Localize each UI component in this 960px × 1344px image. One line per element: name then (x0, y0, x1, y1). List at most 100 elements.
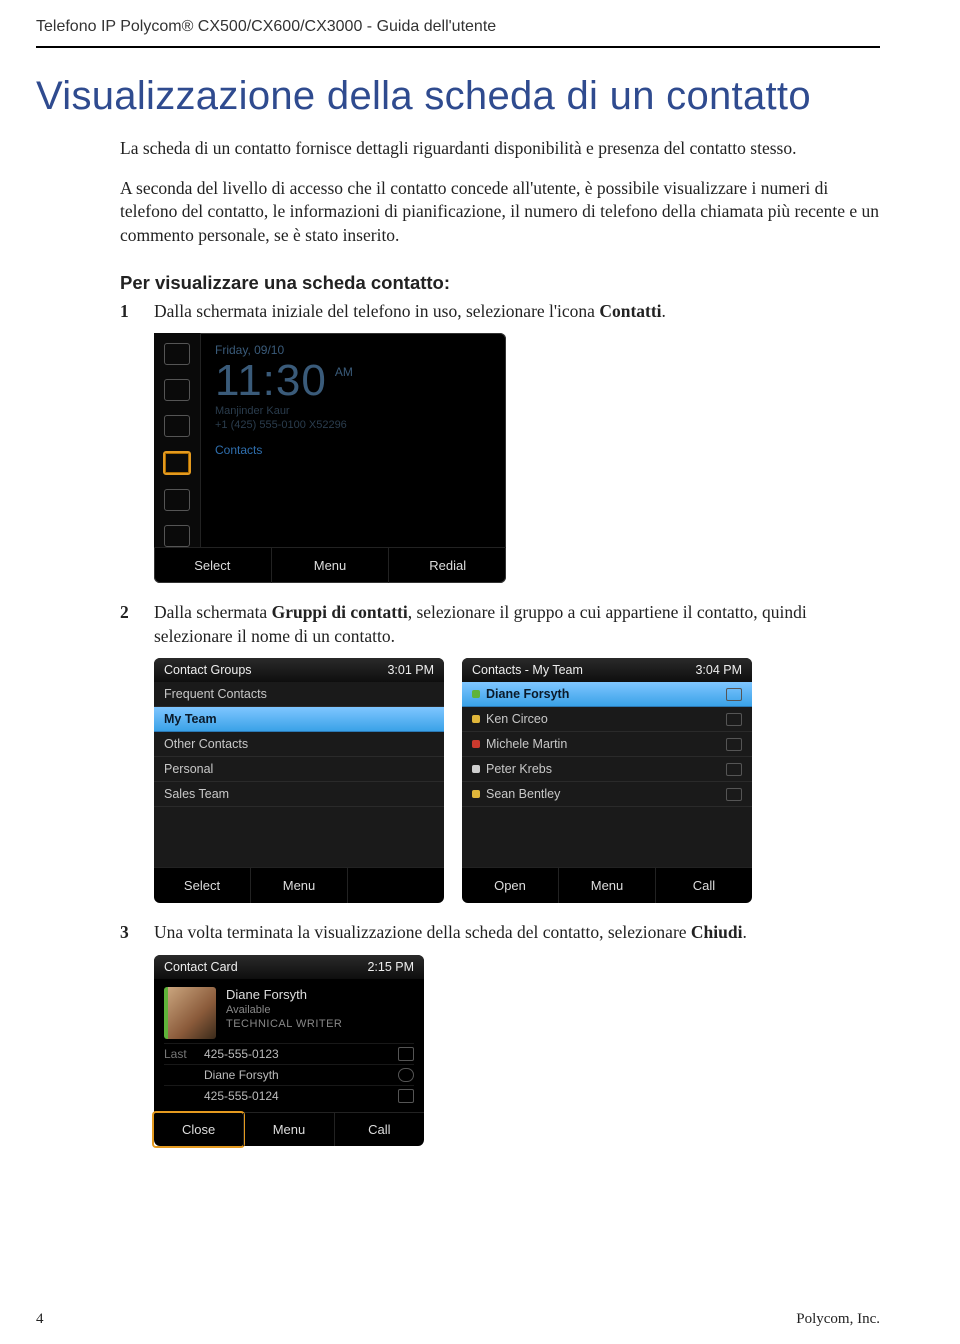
group-label: Personal (164, 762, 213, 776)
softkey-menu[interactable]: Menu (250, 868, 347, 903)
page-number: 4 (36, 1311, 44, 1328)
list-item[interactable]: Diane Forsyth (462, 682, 752, 707)
search-icon[interactable] (164, 379, 190, 401)
note-icon (726, 788, 742, 801)
running-header: Telefono IP Polycom® CX500/CX600/CX3000 … (36, 18, 880, 36)
list-item[interactable]: My Team (154, 707, 444, 732)
home-contacts-label: Contacts (215, 443, 494, 457)
list-item[interactable]: Other Contacts (154, 732, 444, 757)
procedure-subhead: Per visualizzare una scheda contatto: (36, 272, 880, 294)
step-2-text-pre: Dalla schermata (154, 602, 272, 622)
step-1-bold: Contatti (599, 301, 661, 321)
page-title: Visualizzazione della scheda di un conta… (36, 74, 880, 119)
step-1-text-pre: Dalla schermata iniziale del telefono in… (154, 301, 599, 321)
list-item[interactable]: Michele Martin (462, 732, 752, 757)
group-label: My Team (164, 712, 217, 726)
home-date: Friday, 09/10 (215, 343, 494, 357)
softkey-menu[interactable]: Menu (271, 548, 389, 583)
softkey-open[interactable]: Open (462, 868, 558, 903)
home-user-name: Manjinder Kaur (215, 405, 494, 417)
softkey-call[interactable]: Call (655, 868, 752, 903)
list-item[interactable]: Personal (154, 757, 444, 782)
phone-contact-card: Contact Card 2:15 PM Diane Forsyth Avail… (154, 955, 424, 1146)
list-item[interactable]: Sean Bentley (462, 782, 752, 807)
card-availability: Available (226, 1004, 342, 1016)
contact-name: Ken Circeo (486, 712, 548, 726)
contacts-title: Contacts - My Team (472, 663, 583, 677)
home-user-extension: +1 (425) 555-0100 X52296 (215, 419, 494, 431)
footer-company: Polycom, Inc. (796, 1311, 880, 1328)
step-number: 3 (120, 921, 154, 945)
card-row[interactable]: Diane Forsyth (164, 1064, 414, 1085)
groups-time: 3:01 PM (387, 663, 434, 677)
contacts-time: 3:04 PM (695, 663, 742, 677)
header-rule (36, 46, 880, 48)
softkey-select[interactable]: Select (154, 868, 250, 903)
groups-title: Contact Groups (164, 663, 252, 677)
phone-type-icon (398, 1047, 414, 1061)
list-item[interactable]: Peter Krebs (462, 757, 752, 782)
presence-icon (472, 740, 480, 748)
contacts-icon[interactable] (163, 451, 191, 475)
presence-icon (472, 715, 480, 723)
card-row-value: 425-555-0124 (204, 1089, 398, 1103)
step-2: 2 Dalla schermata Gruppi di contatti, se… (36, 601, 880, 648)
settings-icon[interactable] (164, 525, 190, 547)
softkey-call[interactable]: Call (334, 1113, 424, 1146)
step-3: 3 Una volta terminata la visualizzazione… (36, 921, 880, 945)
card-time: 2:15 PM (367, 960, 414, 974)
home-sidebar (154, 333, 201, 547)
step-3-text-pre: Una volta terminata la visualizzazione d… (154, 922, 691, 942)
softkey-menu[interactable]: Menu (558, 868, 655, 903)
phone-type-icon (398, 1068, 414, 1082)
note-icon (726, 763, 742, 776)
phone-type-icon (398, 1089, 414, 1103)
phone-contacts-myteam: Contacts - My Team 3:04 PM Diane Forsyth… (462, 658, 752, 903)
softkey-close[interactable]: Close (154, 1113, 243, 1146)
intro-paragraph-2: A seconda del livello di accesso che il … (36, 177, 880, 248)
call-log-icon[interactable] (164, 489, 190, 511)
home-time: 11:30 (215, 359, 327, 403)
card-role: TECHNICAL WRITER (226, 1018, 342, 1030)
list-item[interactable]: Ken Circeo (462, 707, 752, 732)
softkey-redial[interactable]: Redial (388, 548, 506, 583)
presence-icon (472, 765, 480, 773)
step-3-text-post: . (742, 922, 746, 942)
dialpad-icon[interactable] (164, 415, 190, 437)
step-1-text-post: . (662, 301, 666, 321)
contact-name: Sean Bentley (486, 787, 560, 801)
card-row-value: Diane Forsyth (204, 1068, 398, 1082)
group-label: Other Contacts (164, 737, 248, 751)
contact-name: Peter Krebs (486, 762, 552, 776)
list-item[interactable]: Frequent Contacts (154, 682, 444, 707)
card-row[interactable]: Last 425-555-0123 (164, 1043, 414, 1064)
contact-name: Diane Forsyth (486, 687, 569, 701)
card-row-label: Last (164, 1047, 204, 1061)
home-softkeys: Select Menu Redial (154, 547, 506, 583)
card-row-value: 425-555-0123 (204, 1047, 398, 1061)
note-icon (726, 713, 742, 726)
card-contact-name: Diane Forsyth (226, 987, 342, 1002)
step-number: 2 (120, 601, 154, 648)
voicemail-icon[interactable] (164, 343, 190, 365)
contact-name: Michele Martin (486, 737, 567, 751)
softkey-select[interactable]: Select (154, 548, 271, 583)
home-ampm: AM (335, 365, 353, 379)
step-number: 1 (120, 300, 154, 324)
note-icon (726, 738, 742, 751)
list-item[interactable]: Sales Team (154, 782, 444, 807)
phone-contact-groups: Contact Groups 3:01 PM Frequent Contacts… (154, 658, 444, 903)
step-3-bold: Chiudi (691, 922, 743, 942)
card-title: Contact Card (164, 960, 238, 974)
card-row[interactable]: 425-555-0124 (164, 1085, 414, 1106)
group-label: Frequent Contacts (164, 687, 267, 701)
intro-paragraph-1: La scheda di un contatto fornisce dettag… (36, 137, 880, 161)
softkey-menu[interactable]: Menu (243, 1113, 333, 1146)
note-icon (726, 688, 742, 701)
group-label: Sales Team (164, 787, 229, 801)
presence-icon (472, 690, 480, 698)
phone-home-screen: Friday, 09/10 11:30 AM Manjinder Kaur +1… (154, 333, 506, 583)
step-1: 1 Dalla schermata iniziale del telefono … (36, 300, 880, 324)
avatar (164, 987, 216, 1039)
step-2-bold: Gruppi di contatti (272, 602, 408, 622)
